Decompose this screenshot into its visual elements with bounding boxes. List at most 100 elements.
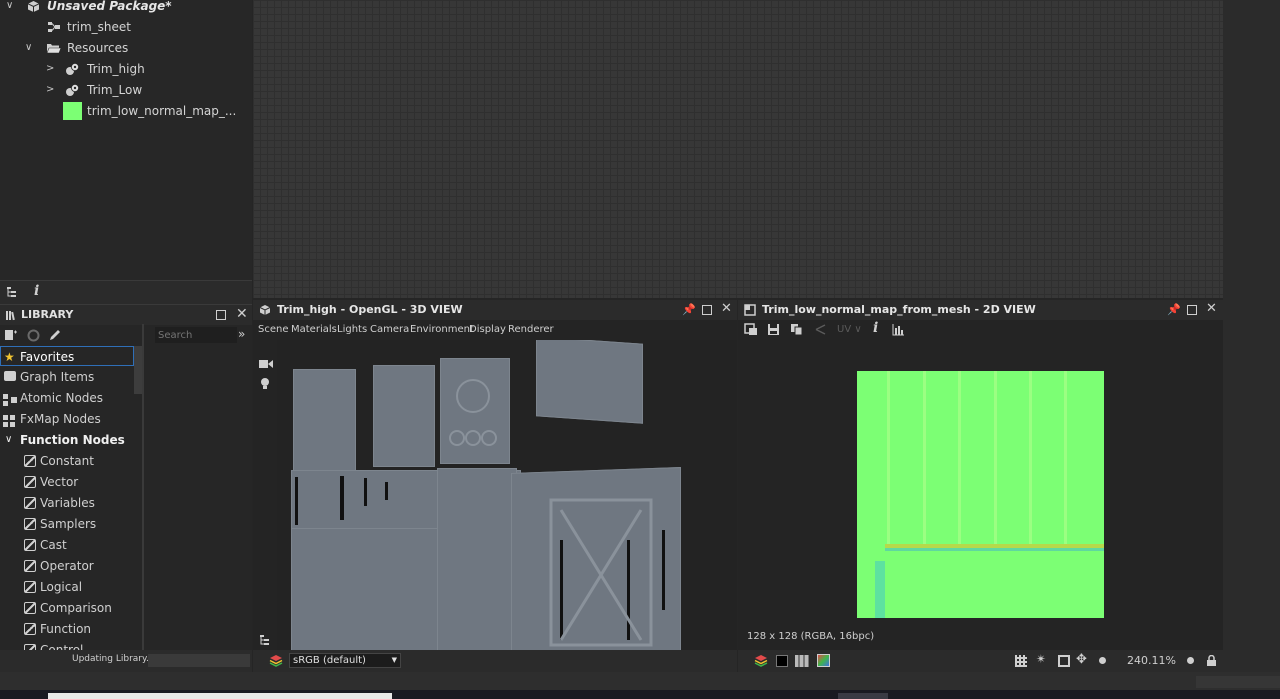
library-item-function-variables[interactable]: Variables — [0, 493, 134, 513]
3d-viewport[interactable] — [277, 340, 737, 650]
image-view-icon — [744, 304, 756, 319]
zoom-out-icon[interactable] — [1099, 657, 1106, 664]
channels-icon[interactable] — [795, 655, 809, 667]
tree-item-trim-high[interactable]: > Trim_high — [0, 59, 252, 79]
explorer-panel: ∨ Unsaved Package* trim_sheet ∨ Resource… — [0, 0, 252, 280]
zoom-value[interactable]: 240.11% — [1127, 654, 1176, 667]
info-icon[interactable]: i — [34, 283, 39, 299]
library-scrollbar[interactable] — [134, 346, 142, 394]
zoom-in-icon[interactable] — [1187, 657, 1194, 664]
library-item-atomic-nodes[interactable]: Atomic Nodes — [0, 388, 134, 408]
mesh-slot — [385, 482, 388, 500]
layers-icon[interactable] — [269, 654, 283, 670]
library-item-function-cast[interactable]: Cast — [0, 535, 134, 555]
library-item-function-nodes[interactable]: ∨ Function Nodes — [0, 430, 134, 450]
hierarchy-icon[interactable] — [6, 286, 18, 301]
background-color-swatch[interactable] — [776, 655, 788, 667]
library-item-function-constant[interactable]: Constant — [0, 451, 134, 471]
dropdown-arrow-icon: ▼ — [391, 656, 397, 664]
colorspace-select[interactable]: sRGB (default) ▼ — [289, 653, 401, 668]
library-search-input[interactable] — [155, 327, 237, 343]
menu-camera[interactable]: Camera — [370, 324, 409, 335]
hierarchy-icon[interactable] — [259, 634, 271, 649]
color-picker-icon[interactable] — [817, 654, 830, 667]
copy-icon[interactable] — [790, 323, 803, 339]
new-folder-icon[interactable] — [4, 329, 18, 344]
close-icon[interactable]: ✕ — [236, 306, 248, 322]
tree-item-label: trim_sheet — [67, 20, 131, 34]
close-icon[interactable]: ✕ — [721, 301, 732, 316]
light-bulb-icon[interactable] — [260, 377, 270, 393]
library-header: LIBRARY ✕ — [0, 304, 252, 325]
chevron-down-icon[interactable]: ∨ — [6, 0, 18, 16]
taskbar-window[interactable] — [48, 693, 392, 699]
2d-viewport[interactable] — [738, 340, 1223, 632]
graph-view[interactable] — [253, 0, 1223, 298]
taskbar-window[interactable] — [838, 693, 888, 699]
chevron-down-icon[interactable]: ∨ — [25, 38, 37, 58]
function-node-icon — [24, 455, 36, 467]
library-title: LIBRARY — [21, 308, 74, 321]
package-name: Unsaved Package* — [47, 0, 172, 13]
tree-item-trim-sheet[interactable]: trim_sheet — [0, 17, 252, 37]
menu-environment[interactable]: Environment — [410, 324, 474, 335]
explorer-toolbar: i — [0, 280, 252, 304]
uv-label: UV — [837, 324, 852, 335]
library-item-function-samplers[interactable]: Samplers — [0, 514, 134, 534]
maximize-icon[interactable] — [216, 310, 226, 320]
chevron-right-icon[interactable]: > — [46, 80, 58, 100]
fit-to-view-icon[interactable] — [1058, 655, 1070, 667]
map-ridge — [994, 371, 997, 546]
camera-icon[interactable] — [259, 358, 273, 372]
histogram-icon[interactable] — [892, 323, 905, 339]
menu-lights[interactable]: Lights — [337, 324, 367, 335]
lock-icon[interactable] — [1207, 654, 1216, 666]
library-panel: LIBRARY ✕ » ★ Favorites Graph Items Atom… — [0, 304, 252, 650]
library-item-function-vector[interactable]: Vector — [0, 472, 134, 492]
export-image-icon[interactable] — [744, 323, 758, 339]
menu-renderer[interactable]: Renderer — [508, 324, 554, 335]
library-item-function-control[interactable]: Control — [0, 640, 134, 650]
menu-scene[interactable]: Scene — [258, 324, 289, 335]
pin-icon[interactable]: 📌 — [1167, 303, 1181, 316]
tree-item-normal-map[interactable]: trim_low_normal_map_... — [0, 101, 252, 121]
folder-open-icon — [46, 41, 62, 61]
close-icon[interactable]: ✕ — [1206, 301, 1217, 316]
tree-item-label: trim_low_normal_map_... — [87, 104, 237, 118]
library-item-fxmap-nodes[interactable]: FxMap Nodes — [0, 409, 134, 429]
save-icon[interactable] — [767, 323, 780, 339]
function-node-icon — [24, 560, 36, 572]
layers-icon[interactable] — [754, 654, 768, 670]
uv-toggle[interactable]: UV ∨ — [837, 324, 862, 335]
library-item-function-logical[interactable]: Logical — [0, 577, 134, 597]
tree-item-label: Resources — [67, 41, 129, 55]
maximize-icon[interactable] — [702, 305, 712, 315]
refresh-icon[interactable] — [27, 329, 40, 345]
share-icon[interactable] — [814, 323, 827, 339]
menu-display[interactable]: Display — [469, 324, 506, 335]
view-3d-title: Trim_high - OpenGL - 3D VIEW — [277, 303, 463, 316]
star-icon: ★ — [4, 350, 15, 364]
tree-item-resources[interactable]: ∨ Resources — [0, 38, 252, 58]
library-item-function-operator[interactable]: Operator — [0, 556, 134, 576]
edit-pencil-icon[interactable] — [48, 328, 62, 345]
tree-item-trim-low[interactable]: > Trim_Low — [0, 80, 252, 100]
chevron-right-icon[interactable]: > — [46, 59, 58, 79]
library-item-graph-items[interactable]: Graph Items — [0, 367, 134, 387]
maximize-icon[interactable] — [1187, 305, 1197, 315]
grid-icon[interactable] — [1015, 655, 1027, 667]
library-splitter[interactable] — [142, 324, 144, 650]
library-item-function-comparison[interactable]: Comparison — [0, 598, 134, 618]
library-item-function-function[interactable]: Function — [0, 619, 134, 639]
info-icon[interactable]: i — [873, 320, 878, 336]
package-row[interactable]: ∨ Unsaved Package* — [0, 0, 252, 16]
mesh-panel — [291, 528, 441, 650]
menu-materials[interactable]: Materials — [291, 324, 337, 335]
pan-icon[interactable]: ✥ — [1076, 652, 1087, 667]
pin-icon[interactable]: 📌 — [682, 303, 696, 316]
library-item-favorites[interactable]: ★ Favorites — [0, 346, 134, 366]
expand-right-icon[interactable]: » — [238, 327, 245, 341]
chevron-down-icon[interactable]: ∨ — [5, 430, 12, 450]
fit-star-icon[interactable]: ✴ — [1036, 652, 1046, 666]
map-ridge — [923, 371, 926, 546]
